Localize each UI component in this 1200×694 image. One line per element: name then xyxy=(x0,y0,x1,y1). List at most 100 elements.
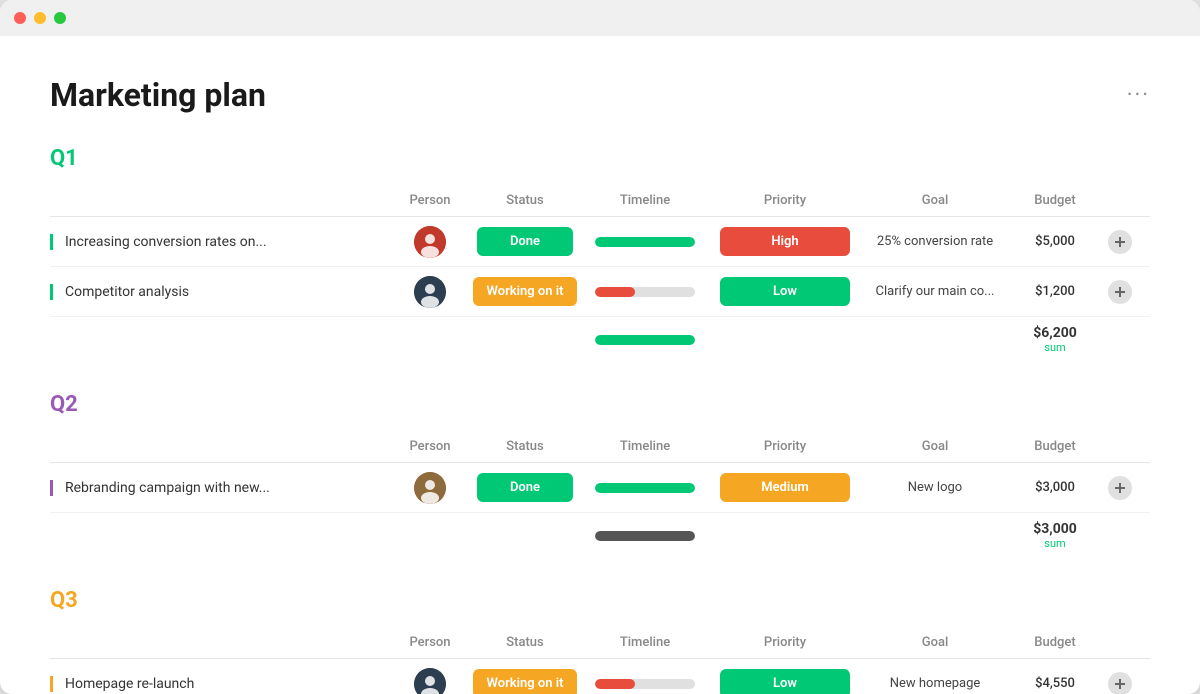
q2-col-4: Priority xyxy=(710,439,860,454)
budget-text: $1,200 xyxy=(1035,284,1075,299)
timeline-bar xyxy=(595,483,695,493)
avatar-cell xyxy=(390,668,470,694)
q2-col-5: Goal xyxy=(860,439,1010,454)
status-badge: Done xyxy=(477,227,573,256)
timeline-bar xyxy=(595,237,695,247)
q3-col-4: Priority xyxy=(710,635,860,650)
goal-cell: New logo xyxy=(860,480,1010,495)
summary-timeline-bar xyxy=(595,335,695,345)
budget-text: $4,550 xyxy=(1035,676,1075,691)
q3-col-5: Goal xyxy=(860,635,1010,650)
q1-col-4: Priority xyxy=(710,193,860,208)
timeline-bar xyxy=(595,287,695,297)
table-row: Competitor analysis Working on it Low Clar… xyxy=(50,267,1150,317)
summary-budget-value: $3,000 xyxy=(1010,521,1100,537)
q1-col-7 xyxy=(1100,193,1140,208)
budget-text: $5,000 xyxy=(1035,234,1075,249)
app-window: Marketing plan ··· Q1PersonStatusTimelin… xyxy=(0,0,1200,694)
priority-cell: Low xyxy=(710,669,860,694)
q3-col-3: Timeline xyxy=(580,635,710,650)
q1-col-0 xyxy=(50,193,390,208)
timeline-bar xyxy=(595,679,695,689)
avatar xyxy=(414,668,446,694)
avatar-cell xyxy=(390,472,470,504)
add-button[interactable] xyxy=(1108,476,1132,500)
summary-sum-label: sum xyxy=(1010,341,1100,354)
summary-timeline-bar xyxy=(595,531,695,541)
q2-col-6: Budget xyxy=(1010,439,1100,454)
timeline-fill xyxy=(595,237,695,247)
priority-badge: Low xyxy=(720,669,850,694)
q1-col-2: Status xyxy=(470,193,580,208)
more-button[interactable]: ··· xyxy=(1127,83,1150,108)
priority-badge: High xyxy=(720,227,850,256)
summary-row: $3,000sum xyxy=(50,513,1150,552)
summary-timeline xyxy=(580,531,710,541)
minimize-dot[interactable] xyxy=(34,12,46,24)
avatar xyxy=(414,472,446,504)
q1-title: Q1 xyxy=(50,146,1150,171)
status-cell: Working on it xyxy=(470,669,580,694)
sections-container: Q1PersonStatusTimelinePriorityGoalBudget… xyxy=(50,146,1150,694)
add-button[interactable] xyxy=(1108,280,1132,304)
status-badge: Done xyxy=(477,473,573,502)
maximize-dot[interactable] xyxy=(54,12,66,24)
close-dot[interactable] xyxy=(14,12,26,24)
status-cell: Working on it xyxy=(470,277,580,306)
q2-col-1: Person xyxy=(390,439,470,454)
budget-cell: $4,550 xyxy=(1010,676,1100,691)
row-item-name: Competitor analysis xyxy=(50,284,390,300)
goal-text: 25% conversion rate xyxy=(877,234,993,249)
goal-text: New logo xyxy=(908,480,962,495)
q3-title: Q3 xyxy=(50,588,1150,613)
add-cell xyxy=(1100,230,1140,254)
avatar xyxy=(414,276,446,308)
add-cell xyxy=(1100,672,1140,694)
goal-cell: New homepage xyxy=(860,676,1010,691)
status-badge: Working on it xyxy=(473,277,578,306)
q2-title: Q2 xyxy=(50,392,1150,417)
summary-timeline-fill xyxy=(595,531,695,541)
table-row: Rebranding campaign with new... DoneMedi… xyxy=(50,463,1150,513)
q3-col-0 xyxy=(50,635,390,650)
add-button[interactable] xyxy=(1108,230,1132,254)
q1-table: PersonStatusTimelinePriorityGoalBudget In… xyxy=(50,185,1150,356)
timeline-fill xyxy=(595,679,635,689)
budget-cell: $5,000 xyxy=(1010,234,1100,249)
priority-badge: Low xyxy=(720,277,850,306)
summary-budget: $6,200sum xyxy=(1010,325,1100,354)
summary-timeline-fill xyxy=(595,335,695,345)
row-item-name: Increasing conversion rates on... xyxy=(50,234,390,250)
budget-cell: $1,200 xyxy=(1010,284,1100,299)
timeline-cell xyxy=(580,483,710,493)
priority-cell: Low xyxy=(710,277,860,306)
q3-col-6: Budget xyxy=(1010,635,1100,650)
priority-cell: Medium xyxy=(710,473,860,502)
priority-badge: Medium xyxy=(720,473,850,502)
q2-col-0 xyxy=(50,439,390,454)
main-content: Marketing plan ··· Q1PersonStatusTimelin… xyxy=(0,36,1200,694)
summary-budget: $3,000sum xyxy=(1010,521,1100,550)
q1-col-1: Person xyxy=(390,193,470,208)
row-item-name: Homepage re-launch xyxy=(50,676,390,692)
q2-header: PersonStatusTimelinePriorityGoalBudget xyxy=(50,431,1150,463)
q2-col-7 xyxy=(1100,439,1140,454)
q2-col-3: Timeline xyxy=(580,439,710,454)
status-badge: Working on it xyxy=(473,669,578,694)
q2-table: PersonStatusTimelinePriorityGoalBudgetRe… xyxy=(50,431,1150,552)
table-row: Homepage re-launch Working on it Low New h… xyxy=(50,659,1150,694)
add-cell xyxy=(1100,476,1140,500)
status-cell: Done xyxy=(470,227,580,256)
budget-text: $3,000 xyxy=(1035,480,1075,495)
add-button[interactable] xyxy=(1108,672,1132,694)
q1-col-5: Goal xyxy=(860,193,1010,208)
q1-header: PersonStatusTimelinePriorityGoalBudget xyxy=(50,185,1150,217)
summary-row: $6,200sum xyxy=(50,317,1150,356)
goal-cell: 25% conversion rate xyxy=(860,234,1010,249)
goal-text: New homepage xyxy=(890,676,981,691)
avatar-cell xyxy=(390,226,470,258)
timeline-cell xyxy=(580,679,710,689)
q2-col-2: Status xyxy=(470,439,580,454)
avatar-cell xyxy=(390,276,470,308)
goal-cell: Clarify our main co... xyxy=(860,284,1010,299)
